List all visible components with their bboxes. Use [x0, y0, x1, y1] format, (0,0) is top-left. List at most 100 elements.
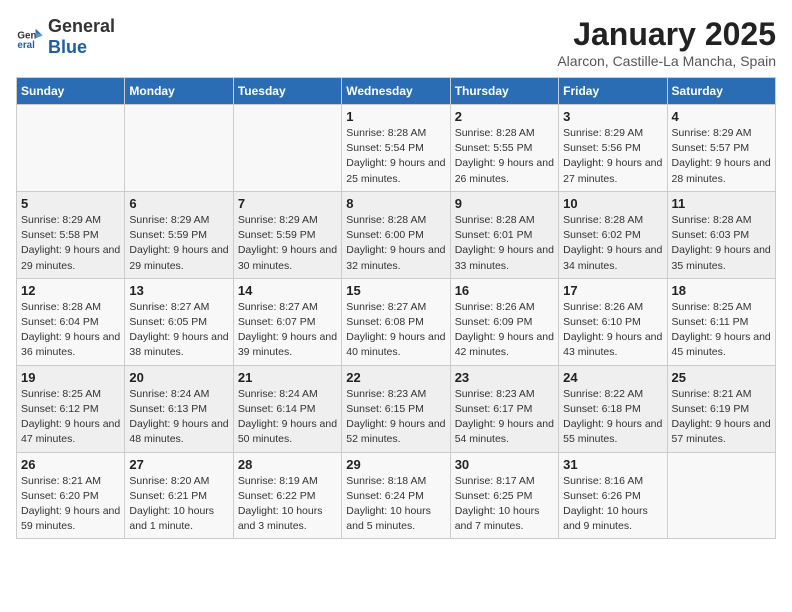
day-info: Sunrise: 8:19 AM Sunset: 6:22 PM Dayligh… — [238, 474, 337, 535]
day-number: 26 — [21, 457, 120, 472]
calendar-cell: 10Sunrise: 8:28 AM Sunset: 6:02 PM Dayli… — [559, 191, 667, 278]
calendar-cell — [667, 452, 775, 539]
calendar-cell: 12Sunrise: 8:28 AM Sunset: 6:04 PM Dayli… — [17, 278, 125, 365]
logo-blue: Blue — [48, 37, 87, 57]
calendar-week-3: 12Sunrise: 8:28 AM Sunset: 6:04 PM Dayli… — [17, 278, 776, 365]
weekday-header-sunday: Sunday — [17, 78, 125, 105]
day-number: 18 — [672, 283, 771, 298]
day-number: 31 — [563, 457, 662, 472]
calendar-cell: 4 Sunrise: 8:29 AM Sunset: 5:57 PM Daylig… — [667, 105, 775, 192]
day-info: Sunrise: 8:16 AM Sunset: 6:26 PM Dayligh… — [563, 474, 662, 535]
calendar-cell: 26 Sunrise: 8:21 AM Sunset: 6:20 PM Dayli… — [17, 452, 125, 539]
day-number: 15 — [346, 283, 445, 298]
day-info: Sunrise: 8:29 AM Sunset: 5:59 PM Dayligh… — [129, 213, 228, 274]
day-info: Sunrise: 8:27 AM Sunset: 6:07 PM Dayligh… — [238, 300, 337, 361]
day-info: Sunrise: 8:22 AM Sunset: 6:18 PM Dayligh… — [563, 387, 662, 448]
calendar-cell — [17, 105, 125, 192]
day-info: Sunrise: 8:29 AM Sunset: 5:57 PM Dayligh… — [672, 126, 771, 187]
day-number: 13 — [129, 283, 228, 298]
calendar-cell: 13Sunrise: 8:27 AM Sunset: 6:05 PM Dayli… — [125, 278, 233, 365]
subtitle: Alarcon, Castille-La Mancha, Spain — [557, 53, 776, 69]
day-info: Sunrise: 8:28 AM Sunset: 5:54 PM Dayligh… — [346, 126, 445, 187]
calendar-cell: 1 Sunrise: 8:28 AM Sunset: 5:54 PM Daylig… — [342, 105, 450, 192]
calendar-header: SundayMondayTuesdayWednesdayThursdayFrid… — [17, 78, 776, 105]
weekday-header-thursday: Thursday — [450, 78, 558, 105]
day-number: 23 — [455, 370, 554, 385]
day-info: Sunrise: 8:28 AM Sunset: 5:55 PM Dayligh… — [455, 126, 554, 187]
day-number: 9 — [455, 196, 554, 211]
weekday-header-monday: Monday — [125, 78, 233, 105]
day-info: Sunrise: 8:27 AM Sunset: 6:08 PM Dayligh… — [346, 300, 445, 361]
day-info: Sunrise: 8:26 AM Sunset: 6:09 PM Dayligh… — [455, 300, 554, 361]
main-title: January 2025 — [557, 16, 776, 53]
day-number: 4 — [672, 109, 771, 124]
day-number: 5 — [21, 196, 120, 211]
day-info: Sunrise: 8:25 AM Sunset: 6:11 PM Dayligh… — [672, 300, 771, 361]
day-number: 8 — [346, 196, 445, 211]
weekday-header-tuesday: Tuesday — [233, 78, 341, 105]
logo-text: General Blue — [48, 16, 115, 58]
logo: Gen eral General Blue — [16, 16, 115, 58]
day-info: Sunrise: 8:28 AM Sunset: 6:00 PM Dayligh… — [346, 213, 445, 274]
calendar-cell — [125, 105, 233, 192]
day-number: 6 — [129, 196, 228, 211]
calendar-cell: 30 Sunrise: 8:17 AM Sunset: 6:25 PM Dayli… — [450, 452, 558, 539]
day-number: 19 — [21, 370, 120, 385]
calendar-week-5: 26 Sunrise: 8:21 AM Sunset: 6:20 PM Dayli… — [17, 452, 776, 539]
day-number: 28 — [238, 457, 337, 472]
calendar-cell: 17 Sunrise: 8:26 AM Sunset: 6:10 PM Dayli… — [559, 278, 667, 365]
calendar-cell: 2 Sunrise: 8:28 AM Sunset: 5:55 PM Daylig… — [450, 105, 558, 192]
day-number: 11 — [672, 196, 771, 211]
svg-text:eral: eral — [17, 40, 35, 51]
day-number: 7 — [238, 196, 337, 211]
weekday-header-wednesday: Wednesday — [342, 78, 450, 105]
calendar-cell: 31 Sunrise: 8:16 AM Sunset: 6:26 PM Dayli… — [559, 452, 667, 539]
day-number: 16 — [455, 283, 554, 298]
day-info: Sunrise: 8:25 AM Sunset: 6:12 PM Dayligh… — [21, 387, 120, 448]
day-number: 2 — [455, 109, 554, 124]
day-info: Sunrise: 8:21 AM Sunset: 6:19 PM Dayligh… — [672, 387, 771, 448]
calendar-cell — [233, 105, 341, 192]
day-info: Sunrise: 8:28 AM Sunset: 6:01 PM Dayligh… — [455, 213, 554, 274]
calendar-cell: 15 Sunrise: 8:27 AM Sunset: 6:08 PM Dayli… — [342, 278, 450, 365]
calendar-cell: 19 Sunrise: 8:25 AM Sunset: 6:12 PM Dayli… — [17, 365, 125, 452]
day-info: Sunrise: 8:20 AM Sunset: 6:21 PM Dayligh… — [129, 474, 228, 535]
day-number: 1 — [346, 109, 445, 124]
day-info: Sunrise: 8:28 AM Sunset: 6:04 PM Dayligh… — [21, 300, 120, 361]
day-info: Sunrise: 8:29 AM Sunset: 5:56 PM Dayligh… — [563, 126, 662, 187]
day-number: 21 — [238, 370, 337, 385]
day-number: 14 — [238, 283, 337, 298]
weekday-header-friday: Friday — [559, 78, 667, 105]
calendar-cell: 18 Sunrise: 8:25 AM Sunset: 6:11 PM Dayli… — [667, 278, 775, 365]
day-number: 30 — [455, 457, 554, 472]
calendar-cell: 16 Sunrise: 8:26 AM Sunset: 6:09 PM Dayli… — [450, 278, 558, 365]
calendar-cell: 11 Sunrise: 8:28 AM Sunset: 6:03 PM Dayli… — [667, 191, 775, 278]
day-info: Sunrise: 8:29 AM Sunset: 5:58 PM Dayligh… — [21, 213, 120, 274]
day-info: Sunrise: 8:24 AM Sunset: 6:14 PM Dayligh… — [238, 387, 337, 448]
calendar-cell: 28 Sunrise: 8:19 AM Sunset: 6:22 PM Dayli… — [233, 452, 341, 539]
calendar-cell: 5 Sunrise: 8:29 AM Sunset: 5:58 PM Daylig… — [17, 191, 125, 278]
day-number: 17 — [563, 283, 662, 298]
title-area: January 2025 Alarcon, Castille-La Mancha… — [557, 16, 776, 69]
calendar-cell: 20Sunrise: 8:24 AM Sunset: 6:13 PM Dayli… — [125, 365, 233, 452]
day-info: Sunrise: 8:28 AM Sunset: 6:03 PM Dayligh… — [672, 213, 771, 274]
day-info: Sunrise: 8:26 AM Sunset: 6:10 PM Dayligh… — [563, 300, 662, 361]
calendar-cell: 27Sunrise: 8:20 AM Sunset: 6:21 PM Dayli… — [125, 452, 233, 539]
logo-icon: Gen eral — [16, 23, 44, 51]
logo-general: General — [48, 16, 115, 36]
day-info: Sunrise: 8:21 AM Sunset: 6:20 PM Dayligh… — [21, 474, 120, 535]
calendar-cell: 6 Sunrise: 8:29 AM Sunset: 5:59 PM Daylig… — [125, 191, 233, 278]
calendar-cell: 21 Sunrise: 8:24 AM Sunset: 6:14 PM Dayli… — [233, 365, 341, 452]
calendar-cell: 25Sunrise: 8:21 AM Sunset: 6:19 PM Dayli… — [667, 365, 775, 452]
day-info: Sunrise: 8:23 AM Sunset: 6:15 PM Dayligh… — [346, 387, 445, 448]
calendar-cell: 3Sunrise: 8:29 AM Sunset: 5:56 PM Daylig… — [559, 105, 667, 192]
calendar-cell: 14 Sunrise: 8:27 AM Sunset: 6:07 PM Dayli… — [233, 278, 341, 365]
day-number: 24 — [563, 370, 662, 385]
calendar-week-4: 19 Sunrise: 8:25 AM Sunset: 6:12 PM Dayli… — [17, 365, 776, 452]
calendar-body: 1 Sunrise: 8:28 AM Sunset: 5:54 PM Daylig… — [17, 105, 776, 539]
day-info: Sunrise: 8:17 AM Sunset: 6:25 PM Dayligh… — [455, 474, 554, 535]
weekday-header-saturday: Saturday — [667, 78, 775, 105]
day-number: 22 — [346, 370, 445, 385]
day-number: 10 — [563, 196, 662, 211]
calendar-cell: 22 Sunrise: 8:23 AM Sunset: 6:15 PM Dayli… — [342, 365, 450, 452]
